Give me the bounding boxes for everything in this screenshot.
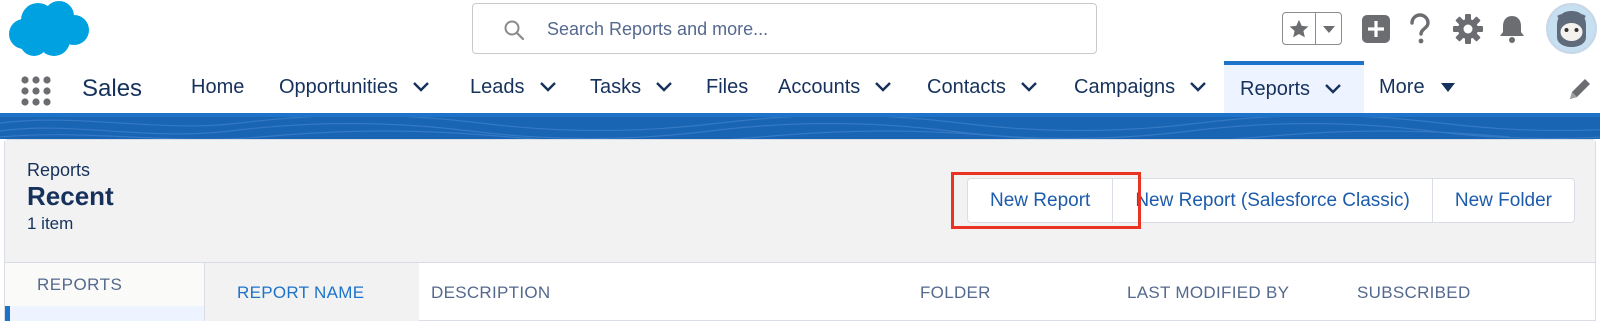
chevron-down-icon[interactable] bbox=[412, 81, 430, 93]
nav-item-label: Reports bbox=[1240, 77, 1311, 100]
nav-item-label: Tasks bbox=[590, 75, 642, 98]
nav-item-more[interactable]: More bbox=[1379, 61, 1457, 113]
page-banner bbox=[0, 117, 1600, 139]
column-header-folder[interactable]: FOLDER bbox=[920, 263, 991, 321]
new-report-classic-button[interactable]: New Report (Salesforce Classic) bbox=[1112, 179, 1432, 222]
setup-gear-icon[interactable] bbox=[1450, 11, 1486, 47]
column-header-subscribed[interactable]: SUBSCRIBED bbox=[1357, 263, 1471, 321]
nav-item-label: More bbox=[1379, 75, 1425, 98]
side-nav-selected-item[interactable] bbox=[5, 306, 204, 321]
nav-item-label: Contacts bbox=[927, 75, 1006, 98]
column-header-label: FOLDER bbox=[920, 282, 991, 302]
column-header-label: DESCRIPTION bbox=[431, 282, 551, 302]
favorites-button-group[interactable] bbox=[1282, 12, 1342, 45]
help-icon[interactable] bbox=[1402, 11, 1438, 47]
favorites-star-icon[interactable] bbox=[1283, 13, 1316, 44]
new-report-button[interactable]: New Report bbox=[968, 179, 1113, 222]
nav-item-home[interactable]: Home bbox=[191, 61, 244, 113]
chevron-down-icon[interactable] bbox=[1324, 83, 1342, 95]
favorites-dropdown-icon[interactable] bbox=[1316, 13, 1341, 44]
app-launcher-icon[interactable] bbox=[20, 75, 52, 107]
edit-nav-pencil-icon[interactable] bbox=[1567, 76, 1593, 102]
caret-down-icon bbox=[1440, 83, 1455, 92]
column-header-last-modified-by[interactable]: LAST MODIFIED BY bbox=[1127, 263, 1289, 321]
new-folder-button[interactable]: New Folder bbox=[1431, 179, 1575, 222]
column-header-description[interactable]: DESCRIPTION bbox=[431, 263, 550, 321]
nav-item-label: Home bbox=[191, 75, 245, 98]
search-input[interactable] bbox=[547, 12, 1067, 46]
nav-item-tasks[interactable]: Tasks bbox=[590, 61, 673, 113]
global-add-icon[interactable] bbox=[1358, 11, 1394, 47]
nav-item-opportunities[interactable]: Opportunities bbox=[279, 61, 430, 113]
banner-pattern bbox=[0, 117, 1600, 139]
list-view-title: Recent bbox=[27, 181, 114, 211]
global-search[interactable] bbox=[472, 3, 1097, 54]
list-view-actions: New Report New Report (Salesforce Classi… bbox=[967, 178, 1576, 223]
nav-item-label: Accounts bbox=[778, 75, 861, 98]
nav-item-leads[interactable]: Leads bbox=[470, 61, 557, 113]
reports-side-nav: REPORTS bbox=[5, 263, 205, 321]
search-icon bbox=[504, 20, 525, 41]
chevron-down-icon[interactable] bbox=[874, 81, 892, 93]
nav-item-reports[interactable]: Reports bbox=[1224, 61, 1364, 113]
column-header-report-name[interactable]: REPORT NAME bbox=[205, 263, 419, 321]
nav-item-accounts[interactable]: Accounts bbox=[778, 61, 892, 113]
nav-item-contacts[interactable]: Contacts bbox=[927, 61, 1038, 113]
nav-item-files[interactable]: Files bbox=[706, 61, 748, 113]
nav-item-label: Leads bbox=[470, 75, 525, 98]
column-header-label: SUBSCRIBED bbox=[1357, 282, 1471, 302]
nav-item-label: Opportunities bbox=[279, 75, 398, 98]
chevron-down-icon[interactable] bbox=[539, 81, 557, 93]
list-view-header: Reports Recent 1 item New Report New Rep… bbox=[5, 140, 1595, 263]
object-name: Reports bbox=[27, 160, 91, 180]
notifications-bell-icon[interactable] bbox=[1494, 11, 1530, 47]
app-name: Sales bbox=[82, 75, 143, 102]
chevron-down-icon[interactable] bbox=[655, 81, 673, 93]
salesforce-cloud-logo[interactable] bbox=[6, 0, 90, 58]
list-view-card: Reports Recent 1 item New Report New Rep… bbox=[4, 139, 1596, 321]
nav-item-label: Files bbox=[706, 75, 749, 98]
nav-item-campaigns[interactable]: Campaigns bbox=[1074, 61, 1207, 113]
user-avatar[interactable] bbox=[1546, 3, 1597, 54]
nav-item-label: Campaigns bbox=[1074, 75, 1176, 98]
chevron-down-icon[interactable] bbox=[1020, 81, 1038, 93]
app-navigation-bar: Sales Home Opportunities Leads Tasks Fil… bbox=[0, 61, 1600, 117]
item-count: 1 item bbox=[27, 214, 74, 233]
side-nav-heading: REPORTS bbox=[37, 275, 123, 294]
column-header-label: LAST MODIFIED BY bbox=[1127, 282, 1290, 302]
global-header bbox=[0, 0, 1600, 61]
column-header-label: REPORT NAME bbox=[237, 282, 365, 302]
chevron-down-icon[interactable] bbox=[1189, 81, 1207, 93]
